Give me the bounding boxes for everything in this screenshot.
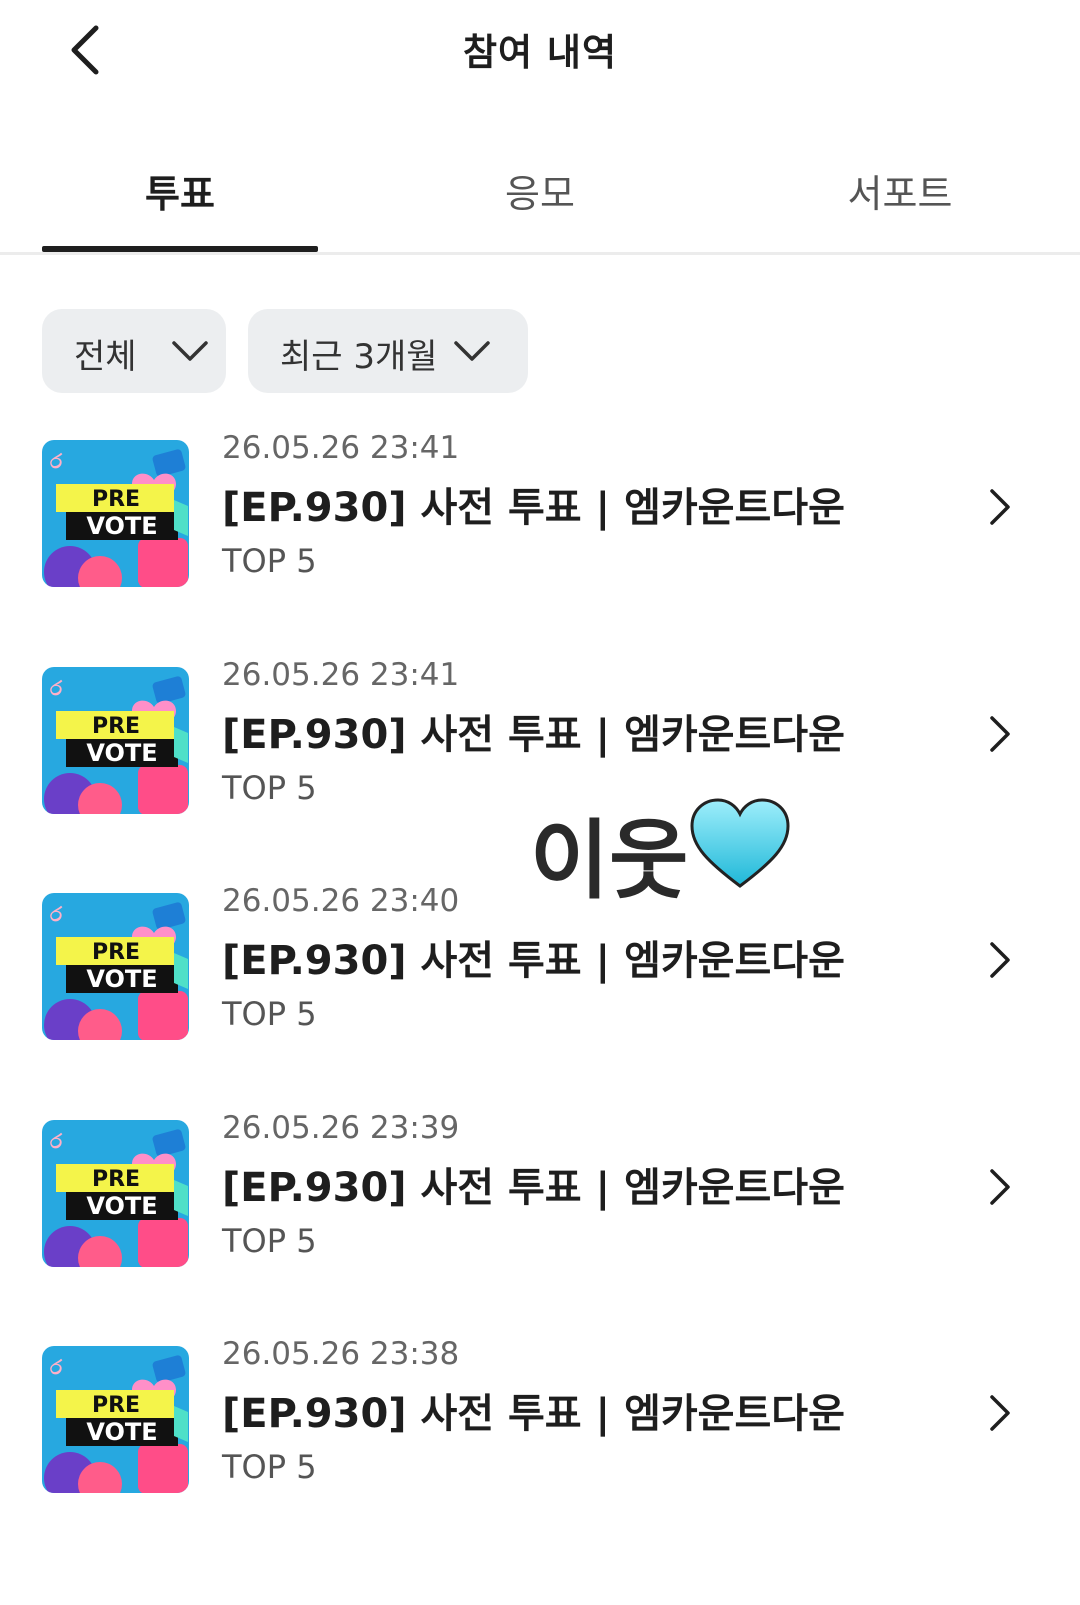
sticker-overlay: 이웃	[530, 790, 800, 911]
chevron-right-icon	[990, 1168, 1010, 1205]
chevron-down-icon	[172, 341, 208, 361]
sticker-text: 이웃	[530, 811, 689, 911]
item-subtitle: TOP 5	[222, 542, 317, 580]
svg-text:VOTE: VOTE	[86, 739, 157, 767]
chevron-right-icon	[990, 489, 1010, 525]
filter-label: 최근 3개월	[280, 337, 438, 377]
item-subtitle: TOP 5	[222, 1448, 317, 1486]
vote-thumbnail: PRE VOTE ර	[42, 666, 189, 814]
item-date: 26.05.26 23:40	[222, 883, 460, 919]
item-date: 26.05.26 23:39	[222, 1109, 460, 1146]
divider	[0, 252, 1080, 255]
svg-text:ර: ර	[50, 1355, 63, 1379]
vote-thumbnail: PRE VOTE ර	[42, 893, 189, 1040]
svg-text:PRE: PRE	[92, 714, 140, 739]
vote-thumbnail: PRE VOTE ර	[42, 440, 189, 587]
item-title: [EP.930] 사전 투표 | 엠카운트다운	[222, 1391, 845, 1437]
item-subtitle: TOP 5	[222, 995, 317, 1033]
list-item[interactable]: PRE VOTE ර 26.05.26 23:38 [EP.930] 사전 투표…	[0, 1336, 1080, 1526]
svg-text:VOTE: VOTE	[86, 965, 157, 993]
light-blue-heart-icon	[690, 798, 790, 888]
svg-text:VOTE: VOTE	[86, 1192, 157, 1220]
header: 참여 내역	[0, 0, 1080, 100]
svg-text:VOTE: VOTE	[86, 512, 157, 540]
tab-entry[interactable]: 응모	[360, 135, 720, 255]
filter-label: 전체	[74, 337, 137, 377]
category-filter-dropdown[interactable]: 전체	[42, 309, 226, 393]
period-filter-dropdown[interactable]: 최근 3개월	[248, 309, 528, 393]
tab-label: 서포트	[847, 172, 953, 216]
item-date: 26.05.26 23:41	[222, 430, 460, 466]
tab-support[interactable]: 서포트	[720, 135, 1080, 255]
svg-text:ර: ර	[50, 449, 63, 473]
item-title: [EP.930] 사전 투표 | 엠카운트다운	[222, 938, 845, 984]
tab-label: 투표	[145, 172, 215, 216]
chevron-right-icon	[990, 942, 1010, 978]
item-subtitle: TOP 5	[222, 768, 317, 807]
item-subtitle: TOP 5	[222, 1221, 317, 1260]
svg-text:VOTE: VOTE	[86, 1418, 157, 1446]
item-date: 26.05.26 23:38	[222, 1336, 460, 1372]
svg-text:ර: ර	[50, 676, 63, 700]
page-title: 참여 내역	[462, 31, 618, 74]
item-title: [EP.930] 사전 투표 | 엠카운트다운	[222, 1164, 845, 1211]
svg-text:PRE: PRE	[92, 1393, 140, 1418]
vote-thumbnail: PRE VOTE ර	[42, 1119, 189, 1267]
chevron-down-icon	[454, 341, 490, 361]
svg-text:PRE: PRE	[92, 940, 140, 965]
tab-vote[interactable]: 투표	[0, 135, 360, 255]
svg-text:PRE: PRE	[92, 1167, 140, 1192]
list-item[interactable]: PRE VOTE ර 26.05.26 23:41 [EP.930] 사전 투표…	[0, 430, 1080, 620]
item-title: [EP.930] 사전 투표 | 엠카운트다운	[222, 711, 845, 758]
chevron-right-icon	[990, 1395, 1010, 1431]
list-item[interactable]: PRE VOTE ර 26.05.26 23:39 [EP.930] 사전 투표…	[0, 1110, 1080, 1300]
svg-text:PRE: PRE	[92, 487, 140, 512]
tab-label: 응모	[505, 172, 575, 216]
chevron-right-icon	[990, 715, 1010, 752]
svg-text:ර: ර	[50, 1129, 63, 1153]
vote-thumbnail: PRE VOTE ර	[42, 1346, 189, 1493]
tab-bar: 투표 응모 서포트	[0, 135, 1080, 255]
item-date: 26.05.26 23:41	[222, 656, 460, 693]
item-title: [EP.930] 사전 투표 | 엠카운트다운	[222, 485, 845, 531]
svg-text:ර: ර	[50, 902, 63, 926]
